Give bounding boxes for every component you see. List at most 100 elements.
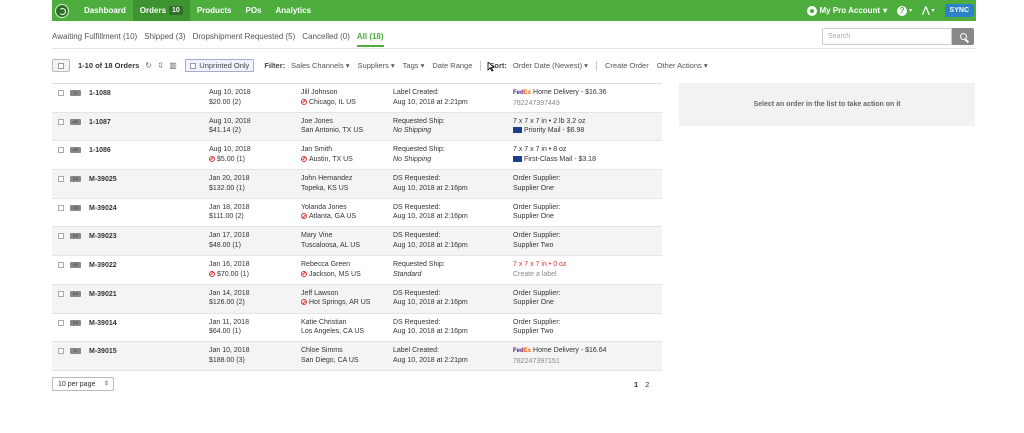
row-checkbox[interactable] <box>58 118 64 125</box>
page-1[interactable]: 1 <box>634 380 638 389</box>
table-row[interactable]: DS M-39021 Jan 14, 2018 $126.00 (2) Jeff Law… <box>52 284 662 314</box>
order-number[interactable]: M-39022 <box>89 261 117 271</box>
tab-dropshipment-requested[interactable]: Dropshipment Requested (5) <box>193 32 296 47</box>
create-order-button[interactable]: Create Order <box>605 61 649 70</box>
table-row[interactable]: S M-39015 Jan 10, 2018 $188.00 (3) Chloe Sim… <box>52 342 662 371</box>
order-number[interactable]: M-39014 <box>89 319 117 329</box>
filter-date-range[interactable]: Date Range <box>432 61 472 70</box>
filter-tags[interactable]: Tags ▾ <box>403 61 425 70</box>
nav-products[interactable]: Products <box>190 0 239 21</box>
customer-name: Katie Christian <box>301 318 347 326</box>
order-number[interactable]: 1-1088 <box>89 89 111 99</box>
refresh-icon[interactable]: ↻ <box>145 61 153 70</box>
tab-awaiting-fulfillment[interactable]: Awaiting Fulfillment (10) <box>52 32 137 47</box>
order-amount: $111.00 (2) <box>209 213 244 221</box>
help-icon[interactable]: ? <box>897 5 908 16</box>
order-number[interactable]: 1-1086 <box>89 146 111 156</box>
nav-orders[interactable]: Orders 10 <box>132 0 190 21</box>
order-date-cell: Jan 17, 2018 $48.00 (1) <box>209 231 249 250</box>
select-all-checkbox[interactable] <box>52 59 70 72</box>
status-cell: DS Requested: Aug 10, 2018 at 2:16pm <box>393 203 468 222</box>
table-row[interactable]: S 1-1088 Aug 10, 2018 $20.00 (2) Jill Johnso… <box>52 84 662 113</box>
search-button[interactable] <box>952 28 974 45</box>
shipping-line-1: FedEx Home Delivery - $16.36 <box>513 88 607 99</box>
order-number[interactable]: M-39024 <box>89 204 117 214</box>
barcode-icon[interactable]: ▥ <box>169 61 177 70</box>
shipping-line-2: Priority Mail - $6.98 <box>513 126 586 136</box>
order-number[interactable]: M-39025 <box>89 175 117 185</box>
tab-shipped[interactable]: Shipped (3) <box>144 32 185 47</box>
row-checkbox[interactable] <box>58 204 64 211</box>
filter-suppliers[interactable]: Suppliers ▾ <box>358 61 395 70</box>
unprinted-only-toggle[interactable]: Unprinted Only <box>185 59 255 72</box>
customer-location: Tuscaloosa, AL US <box>301 241 361 249</box>
row-checkbox[interactable] <box>58 147 64 154</box>
logo-icon[interactable] <box>55 3 69 18</box>
table-row[interactable]: DS M-39024 Jan 18, 2018 $111.00 (2) Yolanda … <box>52 199 662 228</box>
order-date: Jan 17, 2018 <box>209 232 250 240</box>
row-checkbox[interactable] <box>58 348 64 355</box>
table-row[interactable]: AF 1-1086 Aug 10, 2018 $5.00 (1) Jan Smith Au… <box>52 141 662 171</box>
row-checkbox[interactable] <box>58 262 64 269</box>
row-checkbox[interactable] <box>58 176 64 183</box>
shipping-line-2: Supplier One <box>513 184 560 194</box>
row-checkbox[interactable] <box>58 90 64 96</box>
help-chevron-icon[interactable]: ▾ <box>909 7 912 14</box>
shipping-detail: 7 x 7 x 7 in • 0 oz <box>513 261 567 269</box>
order-date: Aug 10, 2018 <box>209 89 251 96</box>
order-number[interactable]: 1-1087 <box>89 118 111 128</box>
shipping-subdetail: Priority Mail - $6.98 <box>524 127 585 135</box>
usps-icon <box>513 127 522 134</box>
tab-all[interactable]: All (18) <box>356 32 384 47</box>
order-date: Jan 10, 2018 <box>209 347 250 355</box>
table-row[interactable]: DS M-39025 Jan 20, 2018 $132.00 (1) John Her… <box>52 170 662 199</box>
sync-button[interactable]: SYNC <box>944 4 974 17</box>
customer-location-line: Atlanta, GA US <box>301 212 356 222</box>
shipping-cell: Order Supplier: Supplier One <box>513 203 560 222</box>
order-number[interactable]: M-39015 <box>89 347 117 357</box>
order-number[interactable]: M-39021 <box>89 290 117 300</box>
per-page-select[interactable]: 10 per page ⇕ <box>52 377 114 391</box>
customer-cell: Katie Christian Los Angeles, CA US <box>301 318 364 337</box>
tab-cancelled[interactable]: Cancelled (0) <box>302 32 350 47</box>
table-row[interactable]: DS M-39023 Jan 17, 2018 $48.00 (1) Mary Vine… <box>52 227 662 257</box>
order-date: Aug 10, 2018 <box>209 117 251 125</box>
table-row[interactable]: DS M-39014 Jan 11, 2018 $64.00 (1) Katie Chr… <box>52 314 662 343</box>
nav-analytics[interactable]: Analytics <box>269 0 319 21</box>
account-label: My Pro Account <box>819 6 881 15</box>
status-cell: DS Requested: Aug 10, 2018 at 2:16pm <box>393 318 468 337</box>
order-date-cell: Jan 16, 2018 $70.00 (1) <box>209 260 249 279</box>
row-checkbox[interactable] <box>58 290 64 297</box>
customer-location: Chicago, IL US <box>309 98 356 106</box>
nav-pos[interactable]: POs <box>239 0 269 21</box>
table-row[interactable]: AF 1-1087 Aug 10, 2018 $41.14 (2) Joe Jones S… <box>52 112 662 142</box>
order-number[interactable]: M-39023 <box>89 232 117 242</box>
order-amount-line: $41.14 (2) <box>209 126 251 136</box>
customer-name: Jan Smith <box>301 146 333 154</box>
shipping-subdetail: Supplier Two <box>513 328 554 335</box>
shipping-subdetail: Supplier One <box>513 299 554 307</box>
other-actions-dropdown[interactable]: Other Actions ▾ <box>657 61 708 70</box>
customer-cell: Yolanda Jones Atlanta, GA US <box>301 203 356 222</box>
search-input[interactable]: Search <box>822 28 952 45</box>
table-row[interactable]: AF M-39022 Jan 16, 2018 $70.00 (1) Rebecca G… <box>52 256 662 285</box>
shipping-line-2[interactable]: Create a label <box>513 270 566 280</box>
row-checkbox[interactable] <box>58 233 64 240</box>
shipping-subdetail: First-Class Mail - $3.18 <box>524 155 596 163</box>
status-label: DS Requested: <box>393 203 441 211</box>
sort-dropdown[interactable]: Order Date (Newest) ▾ <box>513 61 588 70</box>
page-2[interactable]: 2 <box>645 380 649 389</box>
nav-dashboard[interactable]: Dashboard <box>77 0 133 21</box>
activity-icon[interactable]: ⋀ <box>922 5 929 16</box>
activity-chevron-icon[interactable]: ▾ <box>932 7 935 14</box>
account-menu[interactable]: My Pro Account ▾ <box>806 5 887 16</box>
row-checkbox[interactable] <box>58 319 64 326</box>
shipping-subdetail: 782247397151 <box>513 357 560 365</box>
customer-name: John Hernandez <box>301 175 353 183</box>
order-amount-line: $5.00 (1) <box>209 155 251 165</box>
expand-icon[interactable]: ⇳ <box>157 61 165 70</box>
toolbar-divider <box>480 60 482 71</box>
status-cell: Label Created: Aug 10, 2018 at 2:21pm <box>393 88 468 107</box>
filter-sales-channels[interactable]: Sales Channels ▾ <box>291 61 349 70</box>
customer-cell: Mary Vine Tuscaloosa, AL US <box>301 231 360 250</box>
